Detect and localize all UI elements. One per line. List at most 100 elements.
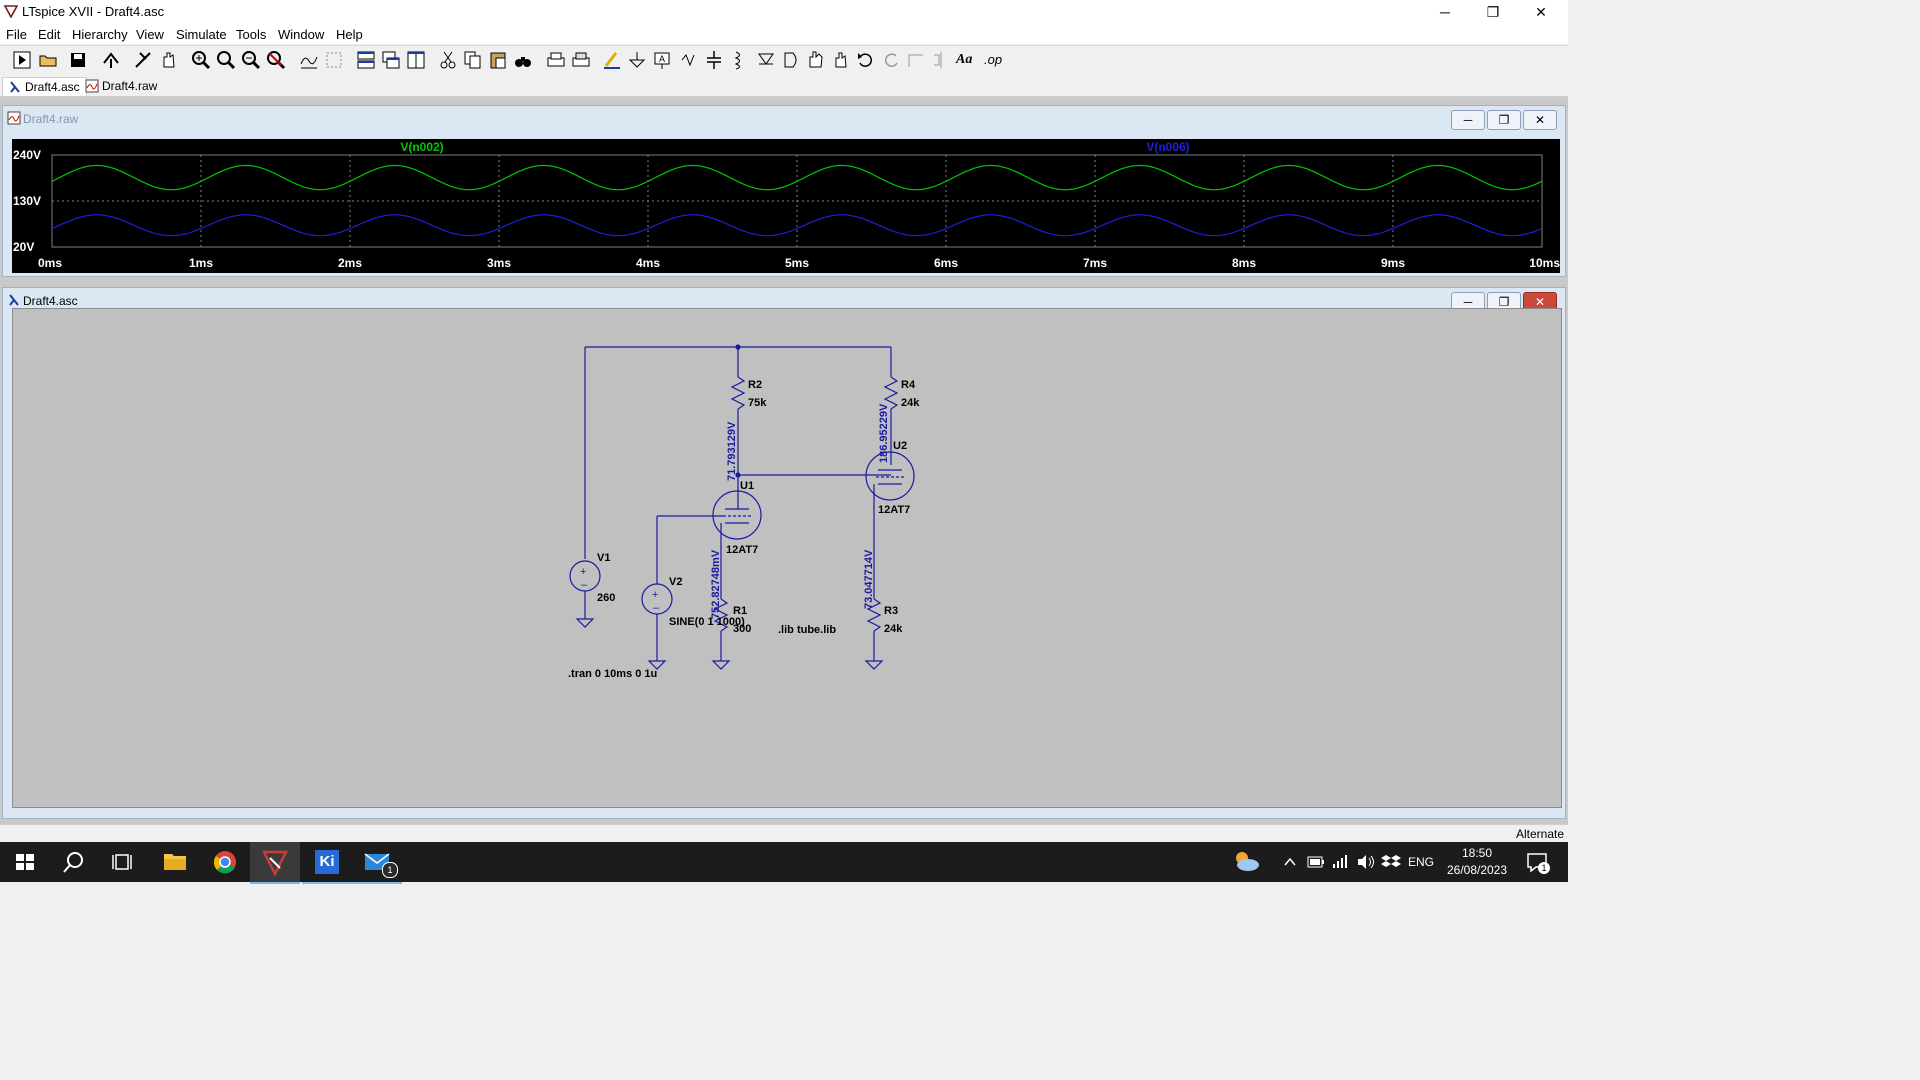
resistor-icon[interactable] bbox=[678, 49, 700, 71]
kicad-taskbar-button[interactable]: Ki bbox=[302, 842, 352, 884]
svg-text:+: + bbox=[652, 589, 658, 601]
language-indicator[interactable]: ENG bbox=[1408, 842, 1434, 882]
open-folder-icon[interactable] bbox=[37, 49, 59, 71]
minimize-button[interactable]: ─ bbox=[1422, 0, 1468, 24]
save-icon[interactable] bbox=[67, 49, 89, 71]
v1-value: 260 bbox=[597, 592, 615, 604]
search-icon[interactable] bbox=[48, 842, 98, 882]
x-tick-label: 2ms bbox=[338, 256, 362, 270]
ground-symbol bbox=[864, 660, 884, 670]
undo-icon[interactable] bbox=[855, 49, 877, 71]
drag-hand-icon[interactable] bbox=[830, 49, 852, 71]
paste-icon[interactable] bbox=[487, 49, 509, 71]
mirror-icon[interactable] bbox=[930, 49, 952, 71]
chevron-up-icon[interactable] bbox=[1280, 842, 1300, 882]
menu-file[interactable]: File bbox=[6, 27, 27, 42]
status-bar: Alternate bbox=[0, 824, 1568, 843]
mail-taskbar-button[interactable]: 1 bbox=[352, 842, 402, 884]
spice-directive-icon[interactable]: .op bbox=[984, 49, 1006, 71]
v2-name: V2 bbox=[669, 576, 682, 588]
draw-wire-icon[interactable] bbox=[601, 49, 623, 71]
grid-icon[interactable] bbox=[323, 49, 345, 71]
waveform-close-button[interactable]: ✕ bbox=[1523, 110, 1557, 130]
resistor-r2[interactable] bbox=[730, 376, 746, 410]
waveform-chart[interactable]: 0ms 1ms 2ms 3ms 4ms 5ms 6ms 7ms 8ms 9ms 10ms 240V 13… bbox=[12, 139, 1560, 273]
copy-icon[interactable] bbox=[462, 49, 484, 71]
close-button[interactable]: ✕ bbox=[1518, 0, 1564, 24]
inductor-icon[interactable] bbox=[728, 49, 750, 71]
cascade-icon[interactable] bbox=[380, 49, 402, 71]
tile-vertical-icon[interactable] bbox=[405, 49, 427, 71]
waveform-maximize-button[interactable]: ❐ bbox=[1487, 110, 1521, 130]
label-net-icon[interactable]: A bbox=[651, 49, 673, 71]
control-panel-icon[interactable] bbox=[100, 49, 122, 71]
component-icon[interactable] bbox=[780, 49, 802, 71]
diode-icon[interactable] bbox=[755, 49, 777, 71]
task-view-icon[interactable] bbox=[98, 842, 148, 882]
tab-draft4-asc[interactable]: Draft4.asc bbox=[2, 77, 87, 96]
clock[interactable]: 18:50 26/08/2023 bbox=[1442, 842, 1512, 882]
redo-icon[interactable] bbox=[880, 49, 902, 71]
zoom-fit-icon[interactable] bbox=[215, 49, 237, 71]
triode-u2[interactable] bbox=[865, 451, 915, 501]
waveform-plot[interactable]: 0ms 1ms 2ms 3ms 4ms 5ms 6ms 7ms 8ms 9ms 10ms 240V 13… bbox=[12, 139, 1560, 273]
cut-icon[interactable] bbox=[437, 49, 459, 71]
notification-center-button[interactable]: 1 bbox=[1522, 842, 1552, 882]
y-tick-label: 240V bbox=[13, 148, 41, 162]
schematic-drawing[interactable]: + – + – R2 75k R4 24k U1 12AT7 U2 12AT7 … bbox=[13, 309, 1561, 807]
wifi-icon[interactable] bbox=[1330, 842, 1352, 882]
autorange-icon[interactable] bbox=[298, 49, 320, 71]
menu-hierarchy[interactable]: Hierarchy bbox=[72, 27, 128, 42]
pan-hand-icon[interactable] bbox=[158, 49, 180, 71]
menu-edit[interactable]: Edit bbox=[38, 27, 60, 42]
schematic-canvas[interactable]: + – + – R2 75k R4 24k U1 12AT7 U2 12AT7 … bbox=[12, 308, 1562, 808]
dropbox-icon[interactable] bbox=[1380, 842, 1402, 882]
ground-icon[interactable] bbox=[626, 49, 648, 71]
lib-directive[interactable]: .lib tube.lib bbox=[778, 624, 836, 636]
waveform-minimize-button[interactable]: ─ bbox=[1451, 110, 1485, 130]
zoom-out-icon[interactable] bbox=[240, 49, 262, 71]
document-tabs: Draft4.asc Draft4.raw bbox=[0, 76, 1568, 97]
battery-icon[interactable] bbox=[1305, 842, 1327, 882]
series-legend-label[interactable]: V(n002) bbox=[400, 140, 443, 154]
restore-button[interactable]: ❐ bbox=[1470, 0, 1516, 24]
u2-cathode-voltage: 73.047714V bbox=[863, 549, 875, 609]
zoom-in-icon[interactable] bbox=[190, 49, 212, 71]
menu-tools[interactable]: Tools bbox=[236, 27, 266, 42]
ltspice-taskbar-button[interactable] bbox=[250, 842, 300, 884]
weather-icon[interactable] bbox=[1228, 842, 1264, 882]
series-legend-label[interactable]: V(n006) bbox=[1146, 140, 1189, 154]
menu-help[interactable]: Help bbox=[336, 27, 363, 42]
menu-view[interactable]: View bbox=[136, 27, 164, 42]
tran-directive[interactable]: .tran 0 10ms 0 1u bbox=[568, 668, 657, 680]
run-icon[interactable] bbox=[11, 49, 33, 71]
u2-model: 12AT7 bbox=[878, 504, 910, 516]
tab-label: Draft4.raw bbox=[102, 79, 158, 93]
menu-simulate[interactable]: Simulate bbox=[176, 27, 227, 42]
menu-window[interactable]: Window bbox=[278, 27, 324, 42]
mail-badge: 1 bbox=[382, 862, 398, 878]
print-preview-icon[interactable] bbox=[570, 49, 592, 71]
triode-u1[interactable] bbox=[712, 490, 762, 540]
move-hand-icon[interactable] bbox=[805, 49, 827, 71]
chrome-icon[interactable] bbox=[200, 842, 250, 882]
print-icon[interactable] bbox=[545, 49, 567, 71]
window-title: LTspice XVII - Draft4.asc bbox=[22, 4, 165, 19]
x-tick-label: 5ms bbox=[785, 256, 809, 270]
zoom-cancel-icon[interactable] bbox=[265, 49, 287, 71]
file-explorer-icon[interactable] bbox=[150, 842, 200, 882]
tile-horizontal-icon[interactable] bbox=[355, 49, 377, 71]
rotate-icon[interactable] bbox=[905, 49, 927, 71]
capacitor-icon[interactable] bbox=[703, 49, 725, 71]
tab-draft4-raw[interactable]: Draft4.raw bbox=[80, 77, 163, 95]
waveform-window-title: Draft4.raw bbox=[23, 112, 79, 126]
volume-icon[interactable] bbox=[1355, 842, 1377, 882]
halt-icon[interactable] bbox=[132, 49, 154, 71]
x-tick-label: 4ms bbox=[636, 256, 660, 270]
find-icon[interactable] bbox=[512, 49, 534, 71]
svg-text:–: – bbox=[653, 602, 660, 614]
text-tool-icon[interactable]: Aa bbox=[956, 49, 978, 71]
start-icon[interactable] bbox=[0, 842, 50, 882]
schematic-window-title: Draft4.asc bbox=[23, 294, 78, 308]
u1-model: 12AT7 bbox=[726, 544, 758, 556]
